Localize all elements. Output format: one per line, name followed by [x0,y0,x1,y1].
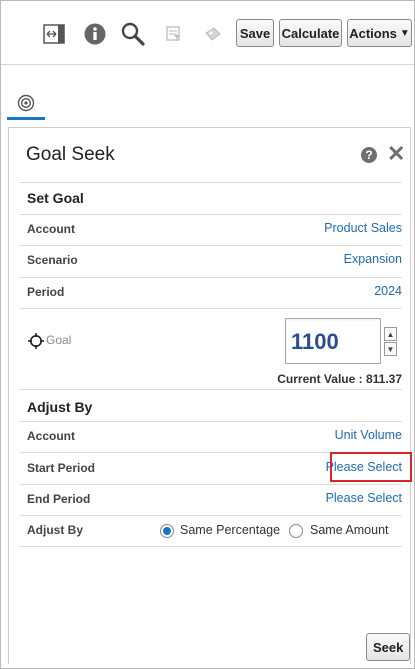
adjust-method-label: Adjust By [27,523,84,537]
toolbar: Save Calculate Actions ▼ [1,1,414,65]
end-period-select-link[interactable]: Please Select [326,491,402,505]
increment-button[interactable]: ▲ [384,327,397,341]
divider [19,182,402,183]
start-period-label: Start Period [27,461,96,475]
end-period-label: End Period [27,492,91,506]
current-value: Current Value : 811.37 [277,372,402,386]
set-goal-title: Set Goal [27,190,84,206]
info-icon[interactable] [80,19,110,49]
same-amount-label[interactable]: Same Amount [310,523,389,537]
highlight-box [330,452,412,482]
decrement-button[interactable]: ▼ [384,342,397,356]
calculate-button[interactable]: Calculate [279,19,342,47]
panel-title: Goal Seek [26,144,115,165]
scenario-value-link[interactable]: Expansion [344,252,402,266]
tab-goal-seek[interactable] [8,90,44,116]
period-label: Period [27,285,65,299]
goal-label: Goal [46,333,72,347]
actions-button[interactable]: Actions ▼ [347,19,412,47]
scenario-label: Scenario [27,253,78,267]
goal-seek-panel: Goal Seek ? ✕ Set Goal Account Product S… [8,127,412,664]
fit-width-icon[interactable] [39,19,69,49]
adjust-account-label: Account [27,429,75,443]
goal-value: 1100 [291,329,339,354]
period-value-link[interactable]: 2024 [374,284,402,298]
adjust-by-title: Adjust By [27,399,93,415]
target-icon [17,94,35,112]
divider [19,546,402,547]
close-icon[interactable]: ✕ [387,142,405,166]
app-frame: Save Calculate Actions ▼ Goal Seek ? ✕ Se… [0,0,415,669]
same-percentage-label[interactable]: Same Percentage [180,523,280,537]
adjust-account-value-link[interactable]: Unit Volume [335,428,402,442]
filter-icon [159,19,189,49]
gift-icon [198,19,228,49]
same-amount-radio[interactable] [289,524,303,538]
account-label: Account [27,222,75,236]
divider [19,389,402,390]
same-percentage-radio[interactable] [160,524,174,538]
divider [19,421,402,422]
divider [19,308,402,309]
divider [19,277,402,278]
divider [19,515,402,516]
crosshair-icon [28,333,44,349]
actions-label: Actions [349,25,397,41]
active-tab-indicator [7,117,45,120]
tab-strip [1,65,414,122]
save-button[interactable]: Save [236,19,274,47]
search-icon[interactable] [118,19,148,49]
chevron-down-icon: ▼ [399,27,410,39]
divider [19,245,402,246]
divider [19,214,402,215]
goal-input[interactable]: 1100 [285,318,381,364]
seek-button[interactable]: Seek [366,633,411,661]
divider [19,484,402,485]
help-icon[interactable]: ? [361,147,377,163]
radio-selected-dot [163,527,171,535]
account-value-link[interactable]: Product Sales [324,221,402,235]
